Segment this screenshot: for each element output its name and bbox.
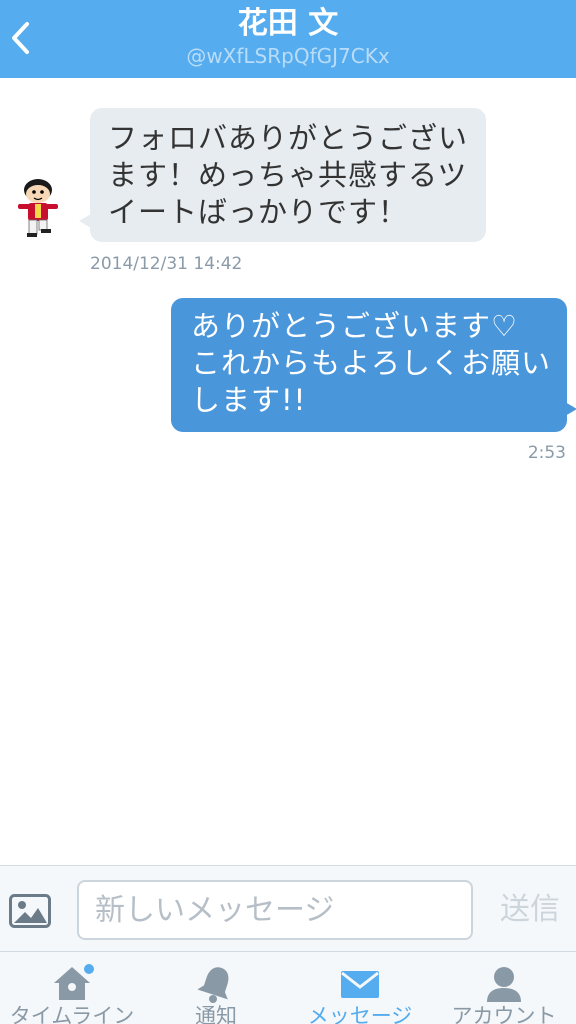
message-line: これからもよろしくお願い	[191, 346, 552, 380]
message-input[interactable]	[77, 880, 473, 940]
tab-label: アカウント	[451, 1004, 557, 1024]
outgoing-timestamp: 2:53	[527, 443, 566, 463]
message-line: フォロバありがとうござい	[108, 121, 469, 155]
send-button[interactable]: 送信	[500, 892, 570, 928]
cartoon-avatar-image	[18, 179, 58, 237]
attach-photo-button[interactable]	[9, 894, 51, 928]
incoming-message-bubble[interactable]: フォロバありがとうござい ます！めっちゃ共感するツ イートばっかりです！	[79, 108, 486, 242]
message-line: ありがとうございます♡	[191, 309, 518, 343]
bell-icon	[197, 967, 229, 1003]
outgoing-message-bubble[interactable]: ありがとうございます♡ これからもよろしくお願い します!!	[171, 298, 576, 432]
message-line: イートばっかりです！	[108, 195, 409, 229]
conversation-title: 花田 文	[237, 6, 339, 41]
avatar[interactable]	[8, 176, 68, 242]
tab-notifications[interactable]: 通知	[144, 952, 288, 1024]
tab-account[interactable]: アカウント	[432, 952, 576, 1024]
conversation-header: 花田 文 @wXfLSRpQfGJ7CKx	[0, 0, 576, 78]
photo-icon	[9, 894, 51, 928]
message-line: ます！めっちゃ共感するツ	[108, 158, 468, 192]
tab-timeline[interactable]: タイムライン	[0, 952, 144, 1024]
tab-bar: タイムライン 通知 メッセージ アカウント	[0, 951, 576, 1024]
message-line: します!!	[191, 383, 307, 417]
envelope-icon	[341, 971, 379, 998]
message-composer: 送信	[0, 865, 576, 951]
notification-dot	[84, 964, 94, 974]
conversation-handle: @wXfLSRpQfGJ7CKx	[186, 44, 390, 68]
person-icon	[487, 967, 521, 1002]
tab-messages[interactable]: メッセージ	[288, 952, 432, 1024]
incoming-timestamp: 2014/12/31 14:42	[90, 254, 243, 274]
